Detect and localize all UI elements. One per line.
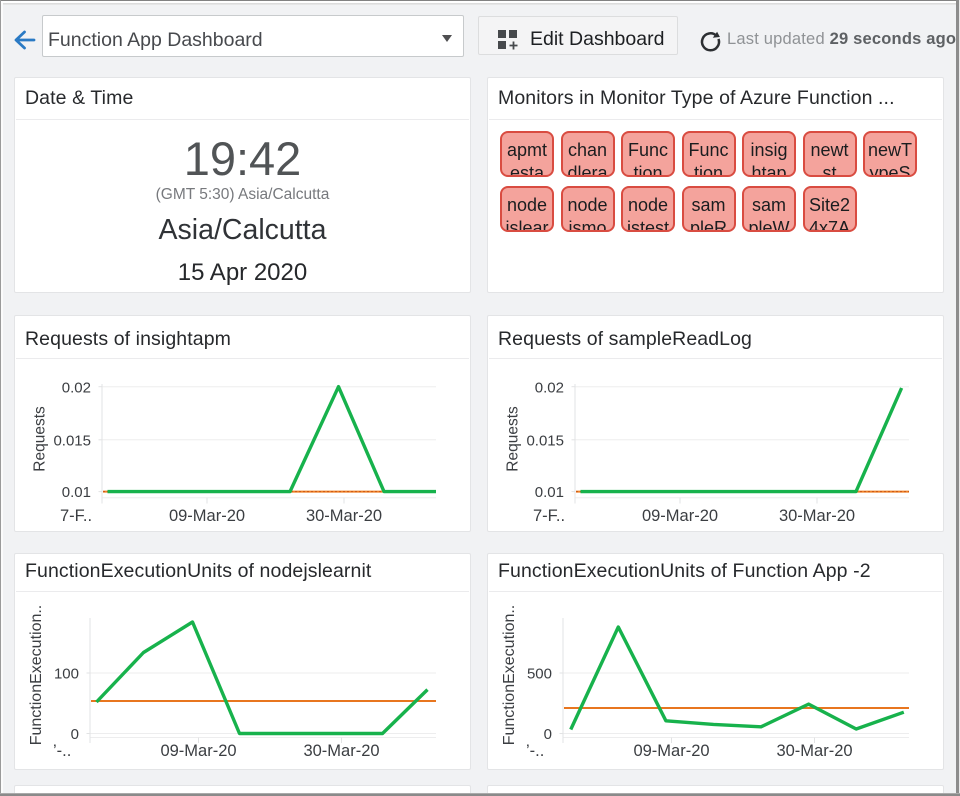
svg-text:30-Mar-20: 30-Mar-20 — [779, 507, 855, 525]
svg-text:30-Mar-20: 30-Mar-20 — [303, 742, 379, 760]
svg-text:0.02: 0.02 — [535, 379, 564, 396]
svg-text:0.01: 0.01 — [62, 484, 91, 501]
svg-text:09-Mar-20: 09-Mar-20 — [642, 507, 718, 525]
svg-text:09-Mar-20: 09-Mar-20 — [169, 507, 245, 525]
svg-text:FunctionExecution..: FunctionExecution.. — [501, 605, 518, 746]
svg-text:7-F..: 7-F.. — [60, 507, 92, 525]
svg-text:0.015: 0.015 — [53, 432, 91, 449]
svg-text:0.015: 0.015 — [526, 432, 564, 449]
svg-text:100: 100 — [54, 666, 79, 683]
svg-text:’-..: ’-.. — [526, 742, 544, 760]
svg-text:30-Mar-20: 30-Mar-20 — [306, 507, 382, 525]
svg-text:09-Mar-20: 09-Mar-20 — [633, 742, 709, 760]
svg-text:7-F..: 7-F.. — [533, 507, 565, 525]
svg-text:0: 0 — [71, 726, 79, 743]
svg-text:30-Mar-20: 30-Mar-20 — [776, 742, 852, 760]
svg-text:Requests: Requests — [505, 406, 522, 472]
svg-text:0.01: 0.01 — [535, 484, 564, 501]
svg-text:0: 0 — [544, 726, 552, 743]
svg-text:0.02: 0.02 — [62, 379, 91, 396]
svg-text:’-..: ’-.. — [53, 742, 71, 760]
svg-text:Requests: Requests — [32, 406, 49, 472]
svg-text:FunctionExecution..: FunctionExecution.. — [28, 605, 45, 746]
svg-text:09-Mar-20: 09-Mar-20 — [160, 742, 236, 760]
svg-text:500: 500 — [527, 666, 552, 683]
